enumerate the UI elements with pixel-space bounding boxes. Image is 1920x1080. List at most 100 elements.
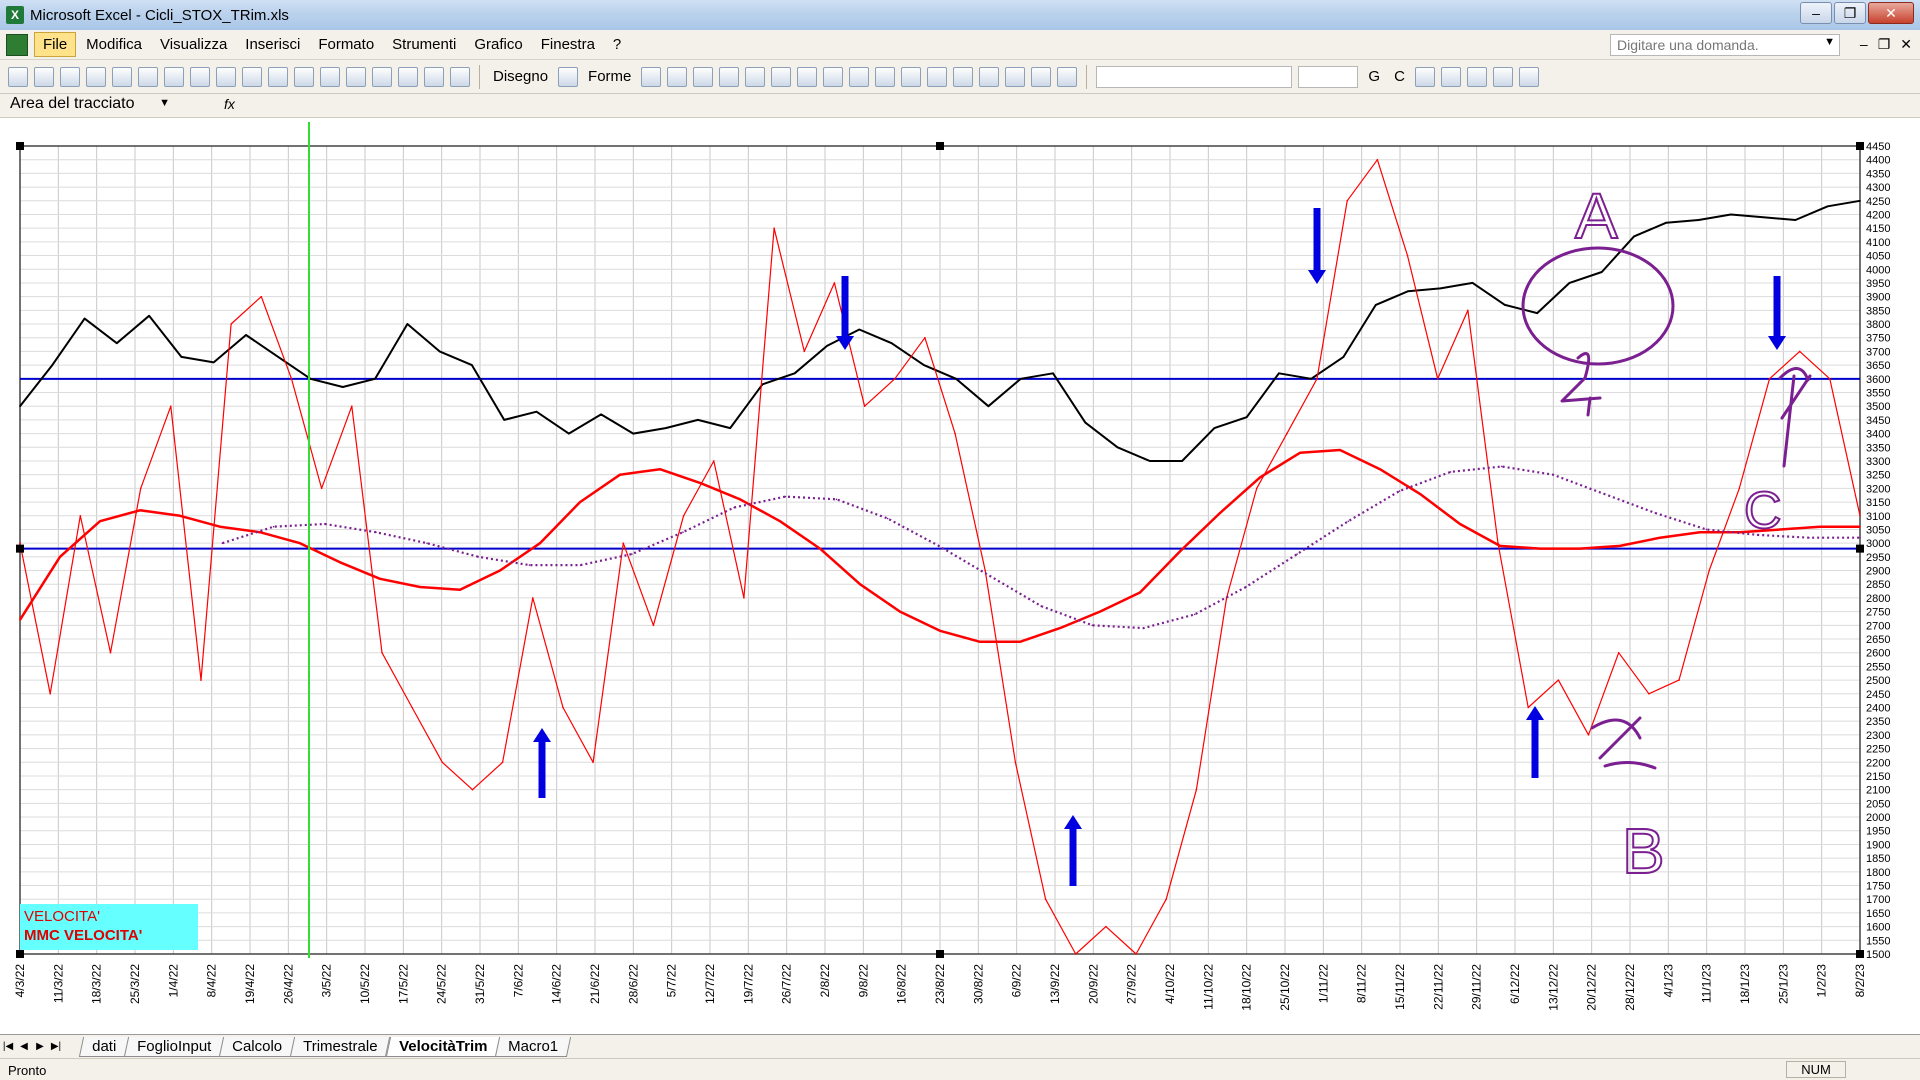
- redo-icon[interactable]: [320, 66, 340, 87]
- minimize-button[interactable]: –: [1800, 2, 1832, 24]
- fx-icon[interactable]: fx: [224, 96, 235, 112]
- selection-handle: [936, 950, 944, 958]
- menu-visualizza[interactable]: Visualizza: [152, 33, 235, 56]
- tab-calcolo[interactable]: Calcolo: [219, 1036, 296, 1057]
- tab-macro1[interactable]: Macro1: [495, 1036, 572, 1057]
- spelling-icon[interactable]: [164, 66, 184, 87]
- menu-finestra[interactable]: Finestra: [533, 33, 603, 56]
- selection-handle: [1856, 950, 1864, 958]
- menu-modifica[interactable]: Modifica: [78, 33, 150, 56]
- sort-icon[interactable]: [398, 66, 418, 87]
- x-tick-label: 30/8/22: [971, 964, 985, 1004]
- data-point-s1: [1557, 679, 1560, 681]
- data-point-s0: [1342, 356, 1345, 358]
- bold-button[interactable]: G: [1364, 68, 1384, 85]
- euro-icon[interactable]: [1440, 66, 1461, 87]
- arrow-icon[interactable]: [667, 66, 688, 87]
- data-point-s2: [379, 577, 381, 580]
- rectangle-icon[interactable]: [693, 66, 714, 87]
- data-point-s1: [712, 460, 715, 462]
- oval-icon[interactable]: [719, 66, 740, 87]
- draw-menu-button[interactable]: Disegno: [489, 68, 552, 85]
- select-pointer-icon[interactable]: [558, 66, 579, 87]
- menu-formato[interactable]: Formato: [310, 33, 382, 56]
- copy-icon[interactable]: [242, 66, 262, 87]
- data-point-s1: [1406, 254, 1409, 257]
- close-button[interactable]: ✕: [1868, 2, 1914, 24]
- fill-color-icon[interactable]: [875, 66, 896, 87]
- chevron-down-icon[interactable]: ▼: [1824, 36, 1835, 48]
- undo-icon[interactable]: [294, 66, 314, 87]
- font-size-combo[interactable]: [1298, 65, 1359, 88]
- workbook-close-button[interactable]: ✕: [1900, 36, 1912, 53]
- workbook-icon[interactable]: [6, 33, 28, 56]
- font-name-combo[interactable]: [1096, 65, 1293, 88]
- 3d-icon[interactable]: [1057, 66, 1078, 87]
- help-icon[interactable]: [450, 66, 470, 87]
- shapes-menu-button[interactable]: Forme: [584, 68, 635, 85]
- data-point-s1: [320, 487, 323, 490]
- hyperlink-icon[interactable]: [346, 66, 366, 87]
- fill-icon[interactable]: [1492, 66, 1513, 87]
- y-tick-label: 3500: [1866, 401, 1890, 413]
- autosum-icon[interactable]: [372, 66, 392, 87]
- arrow-style-icon[interactable]: [1005, 66, 1026, 87]
- next-sheet-icon[interactable]: ▶: [32, 1041, 48, 1052]
- open-icon[interactable]: [34, 66, 54, 87]
- chart-legend[interactable]: VELOCITA' MMC VELOCITA': [20, 904, 198, 950]
- x-tick-label: 14/6/22: [550, 964, 564, 1004]
- chart[interactable]: 4450440043504300425042004150410040504000…: [0, 118, 1920, 1034]
- dash-style-icon[interactable]: [979, 66, 1000, 87]
- line-color-icon[interactable]: [901, 66, 922, 87]
- print-preview-icon[interactable]: [138, 66, 158, 87]
- first-sheet-icon[interactable]: |◀: [0, 1041, 16, 1052]
- menu-inserisci[interactable]: Inserisci: [237, 33, 308, 56]
- data-point-s2: [1339, 449, 1341, 451]
- x-tick-label: 20/9/22: [1086, 964, 1100, 1004]
- line-style-icon[interactable]: [953, 66, 974, 87]
- tab-foglioinput[interactable]: FoglioInput: [124, 1036, 225, 1057]
- picture-icon[interactable]: [849, 66, 870, 87]
- font-color-icon[interactable]: [927, 66, 948, 87]
- align-icon[interactable]: [1414, 66, 1435, 87]
- legend-velocita: VELOCITA': [24, 908, 100, 925]
- tab-velocitatrim[interactable]: VelocitàTrim: [385, 1036, 501, 1057]
- diagram-icon[interactable]: [797, 66, 818, 87]
- help-search-input[interactable]: Digitare una domanda. ▼: [1610, 34, 1840, 56]
- workbook-restore-button[interactable]: ❐: [1878, 36, 1891, 53]
- tab-trimestrale[interactable]: Trimestrale: [290, 1036, 392, 1057]
- y-tick-label: 4400: [1866, 155, 1890, 167]
- clipart-icon[interactable]: [823, 66, 844, 87]
- cut-icon[interactable]: [216, 66, 236, 87]
- restore-button[interactable]: ❐: [1834, 2, 1866, 24]
- print-icon[interactable]: [112, 66, 132, 87]
- italic-button[interactable]: C: [1390, 68, 1409, 85]
- data-point-s0: [51, 364, 54, 366]
- menu-file[interactable]: File: [34, 32, 77, 57]
- menu-strumenti[interactable]: Strumenti: [384, 33, 464, 56]
- last-sheet-icon[interactable]: ▶|: [48, 1041, 64, 1052]
- chart-area[interactable]: 4450 4400 4350 4300 4250 4200 4150 4100 4050 4000…: [0, 118, 1920, 1034]
- chart-element-selector[interactable]: Area del tracciato ▼: [4, 95, 176, 116]
- x-tick-label: 15/11/22: [1393, 964, 1407, 1010]
- prev-sheet-icon[interactable]: ◀: [16, 1041, 32, 1052]
- chevron-down-icon[interactable]: ▼: [159, 97, 170, 109]
- menu-grafico[interactable]: Grafico: [466, 33, 530, 56]
- textbox-icon[interactable]: [745, 66, 766, 87]
- new-icon[interactable]: [8, 66, 28, 87]
- line-icon[interactable]: [641, 66, 662, 87]
- tab-dati[interactable]: dati: [78, 1036, 130, 1057]
- shadow-icon[interactable]: [1031, 66, 1052, 87]
- save-icon[interactable]: [60, 66, 80, 87]
- borders-icon[interactable]: [1466, 66, 1487, 87]
- data-point-s0: [567, 432, 570, 435]
- workbook-minimize-button[interactable]: –: [1860, 36, 1868, 53]
- chart-wizard-icon[interactable]: [424, 66, 444, 87]
- permission-icon[interactable]: [86, 66, 106, 87]
- wordart-icon[interactable]: [771, 66, 792, 87]
- data-point-s2: [979, 640, 981, 643]
- text-color-icon[interactable]: [1518, 66, 1539, 87]
- menu-help[interactable]: ?: [605, 33, 629, 56]
- paste-icon[interactable]: [268, 66, 288, 87]
- research-icon[interactable]: [190, 66, 210, 87]
